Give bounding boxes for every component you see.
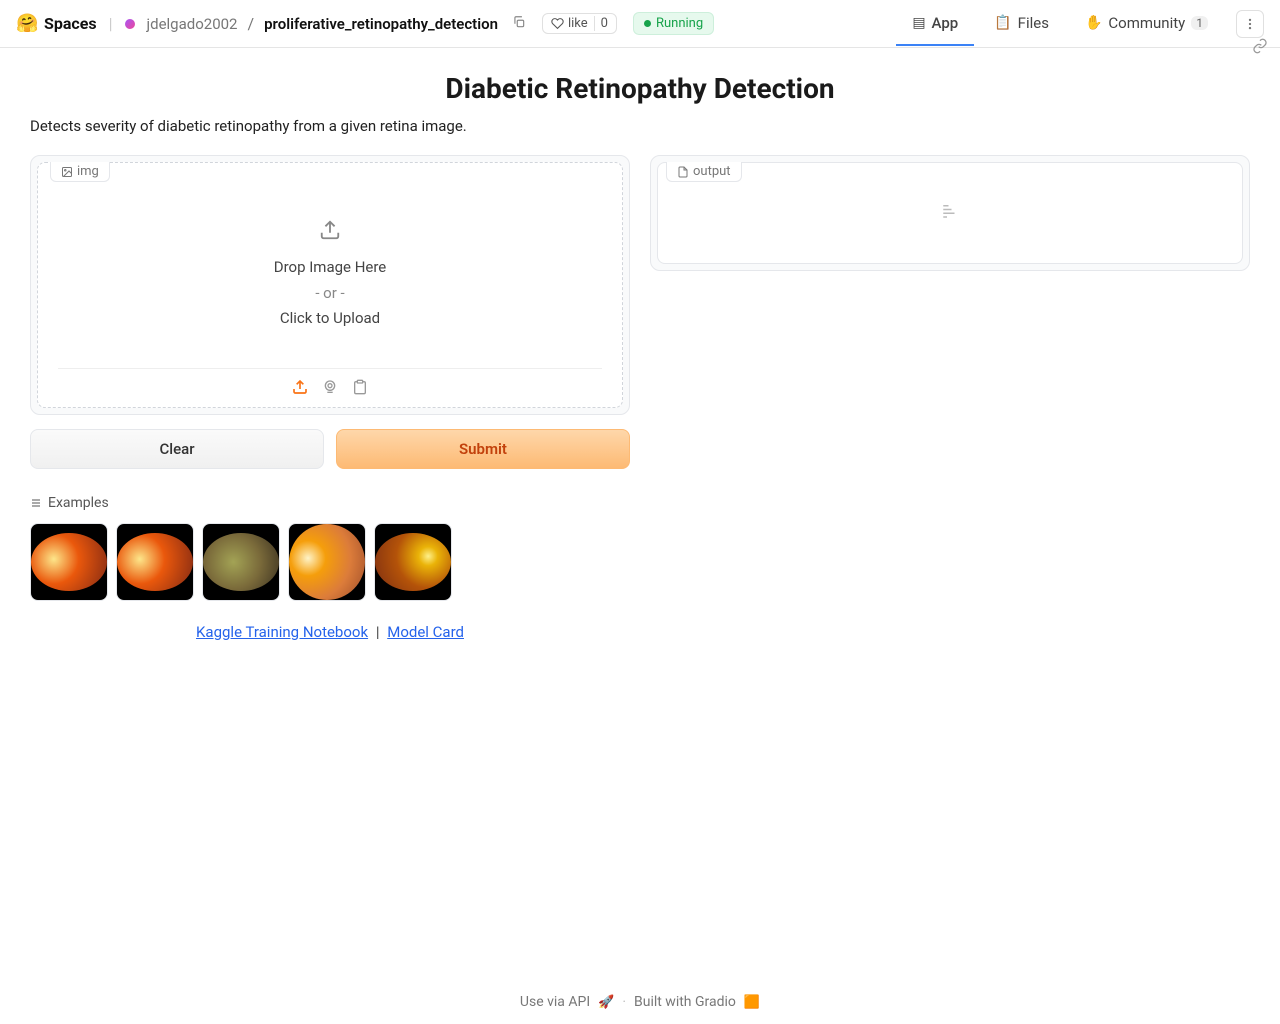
output-area: output [657, 162, 1243, 264]
drop-hint-or: - or - [58, 281, 602, 307]
link-separator: | [376, 623, 380, 641]
status-text: Running [656, 16, 703, 31]
image-input-area[interactable]: img Drop Image Here - or - Click to Uplo… [37, 162, 623, 408]
tab-app[interactable]: ▤ App [896, 2, 974, 46]
upload-icon [58, 219, 602, 245]
menu-button[interactable] [1236, 10, 1264, 38]
community-count: 1 [1191, 16, 1208, 30]
like-button[interactable]: like 0 [542, 13, 617, 34]
spaces-label[interactable]: Spaces [44, 14, 97, 33]
drop-hint-2: Click to Upload [58, 306, 602, 332]
input-label: img [50, 162, 110, 182]
submit-button[interactable]: Submit [336, 429, 630, 469]
example-thumb-2[interactable] [116, 523, 194, 601]
page-description: Detects severity of diabetic retinopathy… [30, 117, 1250, 135]
path-slash: / [247, 14, 254, 33]
list-icon [30, 497, 42, 509]
tab-community[interactable]: ✋ Community 1 [1069, 2, 1224, 46]
separator: | [109, 14, 113, 33]
drop-zone[interactable]: Drop Image Here - or - Click to Upload [38, 163, 622, 352]
like-count: 0 [594, 16, 608, 31]
tab-app-label: App [932, 14, 959, 32]
footer-separator: · [622, 994, 626, 1010]
files-icon: 📋 [994, 15, 1011, 31]
huggingface-logo-icon[interactable]: 🤗 [16, 14, 36, 34]
dots-vertical-icon [1243, 17, 1257, 31]
tab-files[interactable]: 📋 Files [978, 2, 1065, 46]
image-icon [61, 166, 73, 178]
footer-api[interactable]: Use via API [520, 994, 590, 1010]
toolbar-clipboard-icon[interactable] [352, 379, 368, 399]
tab-files-label: Files [1018, 14, 1049, 32]
footer-gradio[interactable]: Built with Gradio [634, 994, 736, 1010]
community-icon: ✋ [1085, 15, 1102, 31]
rocket-icon: 🚀 [598, 995, 614, 1010]
owner-link[interactable]: jdelgado2002 [147, 15, 238, 33]
toolbar-webcam-icon[interactable] [322, 379, 338, 399]
status-dot-icon [644, 20, 651, 27]
drop-hint-1: Drop Image Here [58, 255, 602, 281]
owner-avatar-icon [125, 19, 135, 29]
example-thumb-1[interactable] [30, 523, 108, 601]
page-title: Diabetic Retinopathy Detection [30, 72, 1250, 105]
example-thumb-5[interactable] [374, 523, 452, 601]
output-placeholder-icon [941, 202, 959, 225]
file-icon [677, 166, 689, 178]
embed-link-icon[interactable] [1252, 38, 1268, 58]
copy-icon[interactable] [512, 15, 526, 33]
repo-name[interactable]: proliferative_retinopathy_detection [264, 15, 498, 33]
status-badge: Running [633, 12, 714, 35]
example-thumb-3[interactable] [202, 523, 280, 601]
like-label: like [568, 16, 588, 31]
model-card-link[interactable]: Model Card [387, 623, 464, 641]
example-thumb-4[interactable] [288, 523, 366, 601]
gradio-icon: 🟧 [744, 995, 760, 1010]
heart-icon [551, 17, 564, 30]
examples-label: Examples [30, 495, 630, 511]
tab-community-label: Community [1108, 14, 1185, 32]
output-label: output [666, 162, 742, 182]
kaggle-link[interactable]: Kaggle Training Notebook [196, 623, 368, 641]
app-icon: ▤ [912, 15, 925, 31]
toolbar-upload-icon[interactable] [292, 379, 308, 399]
clear-button[interactable]: Clear [30, 429, 324, 469]
